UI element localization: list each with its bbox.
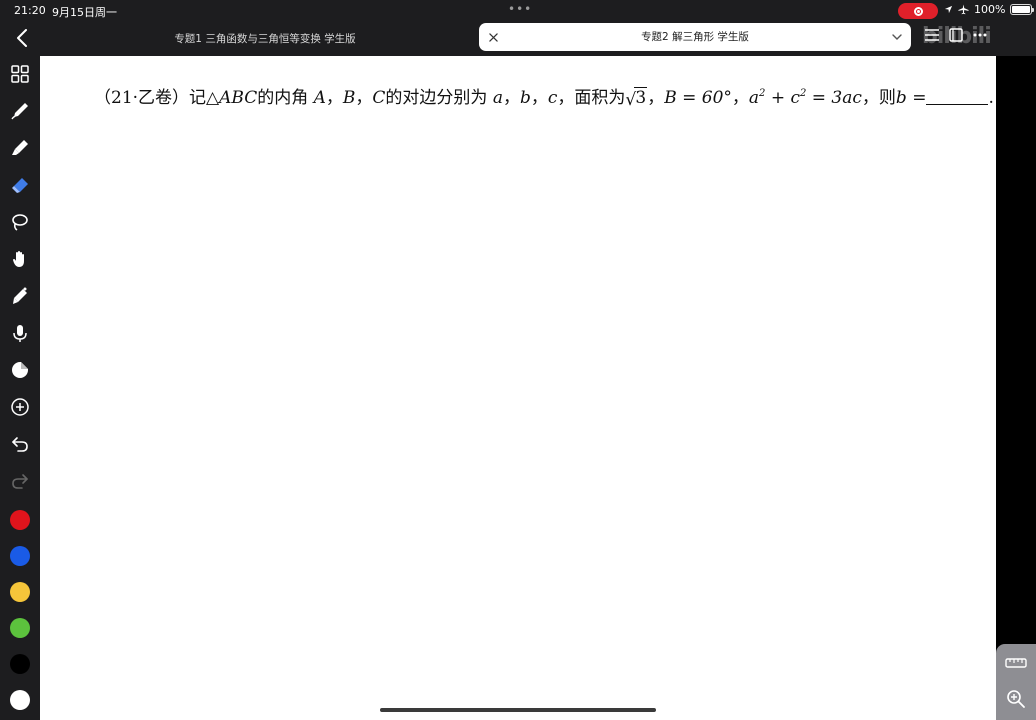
- document-page[interactable]: （21·乙卷）记△ABC的内角 A，B，C的对边分别为 a，b，c，面积为 √ 3，…: [40, 56, 996, 720]
- punct: ，: [325, 88, 343, 108]
- add-element-button[interactable]: [8, 395, 32, 419]
- pen-tool-button[interactable]: [8, 99, 32, 123]
- record-icon: [913, 6, 923, 16]
- plus-circle-icon: [11, 398, 29, 416]
- eraser-icon: [12, 178, 28, 193]
- math-var: a: [492, 88, 503, 108]
- math-var: b: [895, 88, 907, 108]
- math-var: A: [313, 88, 326, 108]
- hand-tool-button[interactable]: [8, 247, 32, 271]
- highlighter-icon: [12, 140, 28, 155]
- outline-list-icon[interactable]: [924, 28, 940, 42]
- sticker-button[interactable]: [8, 358, 32, 382]
- question-segment: ，则: [861, 88, 896, 108]
- page-view-icon[interactable]: [948, 28, 964, 42]
- hand-icon: [13, 251, 24, 267]
- undo-icon: [12, 437, 28, 452]
- system-indicators: 100%: [944, 3, 1035, 16]
- zoom-button[interactable]: [1004, 688, 1028, 710]
- math-term: =: [906, 88, 927, 108]
- tab-topic-2[interactable]: 专题2 解三角形 学生版: [479, 23, 911, 51]
- math-term: + c: [765, 88, 800, 108]
- airplane-icon: [958, 4, 969, 15]
- voice-record-button[interactable]: [8, 321, 32, 345]
- punct: ，: [502, 88, 520, 108]
- color-swatch-yellow[interactable]: [10, 582, 30, 602]
- math-var: b: [519, 88, 531, 108]
- chevron-left-icon: [17, 29, 27, 47]
- question-segment: 的对边分别为: [385, 88, 488, 108]
- punct: .: [988, 88, 994, 108]
- ruler-icon: [1005, 658, 1027, 668]
- eraser-tool-button[interactable]: [8, 173, 32, 197]
- highlighter-tool-button[interactable]: [8, 136, 32, 160]
- grid-icon: [11, 65, 29, 83]
- math-var: a: [748, 88, 760, 108]
- sqrt-expression: √ 3: [625, 87, 648, 110]
- sticker-icon: [12, 362, 28, 378]
- more-icon[interactable]: [972, 28, 988, 42]
- battery-percent: 100%: [974, 3, 1006, 16]
- math-var: ABC: [219, 88, 258, 108]
- math-var: C: [372, 88, 386, 108]
- question-source: （21·乙卷）: [94, 88, 190, 108]
- home-indicator[interactable]: [380, 708, 656, 712]
- microphone-icon: [13, 325, 27, 342]
- punct: ，: [731, 88, 749, 108]
- math-var: B: [342, 88, 356, 108]
- lasso-icon: [12, 214, 28, 231]
- lasso-tool-button[interactable]: [8, 210, 32, 234]
- answer-blank[interactable]: [926, 89, 989, 105]
- multitask-dots-icon[interactable]: •••: [508, 2, 532, 16]
- question-text: （21·乙卷）记△ABC的内角 A，B，C的对边分别为 a，b，c，面积为 √ 3，…: [94, 82, 994, 110]
- left-toolbar: [0, 56, 40, 720]
- color-swatch-blue[interactable]: [10, 546, 30, 566]
- status-time: 21:20: [14, 4, 46, 17]
- ruler-button[interactable]: [1004, 652, 1028, 674]
- laser-pointer-button[interactable]: [8, 284, 32, 308]
- math-var: c: [547, 88, 558, 108]
- magnifier-plus-icon: [1007, 690, 1025, 708]
- battery-icon: [1010, 4, 1035, 15]
- tab-topic-1[interactable]: 专题1 三角函数与三角恒等变换 学生版: [160, 29, 370, 49]
- redo-button[interactable]: [8, 469, 32, 493]
- back-button[interactable]: [10, 26, 34, 50]
- chevron-down-icon[interactable]: [891, 31, 903, 43]
- status-date: 9月15日周一: [52, 6, 117, 19]
- condition-angle: B = 60°: [664, 88, 732, 108]
- question-segment: 记△: [189, 88, 220, 108]
- tab-topic-2-label: 专题2 解三角形 学生版: [641, 31, 749, 43]
- status-bar: 21:20 9月15日周一 ••• 100%: [0, 0, 1036, 22]
- right-tool-panel: [996, 644, 1036, 720]
- punct: ，: [647, 88, 665, 108]
- pen-icon: [11, 103, 28, 120]
- punct: ，: [355, 88, 373, 108]
- redo-icon: [12, 474, 28, 489]
- tab-tools: [924, 28, 988, 42]
- punct: ，: [530, 88, 548, 108]
- color-swatch-red[interactable]: [10, 510, 30, 530]
- screen-recording-indicator[interactable]: [898, 3, 938, 19]
- color-swatch-white[interactable]: [10, 690, 30, 710]
- math-term: = 3ac: [806, 88, 862, 108]
- sqrt-radicand: 3: [634, 87, 648, 108]
- condition-equation: a2 + c2 = 3ac: [749, 88, 862, 108]
- question-segment: ，面积为: [557, 88, 626, 108]
- question-segment: 的内角: [257, 88, 309, 108]
- location-icon: [944, 5, 953, 14]
- undo-button[interactable]: [8, 432, 32, 456]
- laser-pointer-icon: [13, 287, 27, 304]
- thumbnails-button[interactable]: [8, 62, 32, 86]
- color-swatch-green[interactable]: [10, 618, 30, 638]
- color-swatch-black[interactable]: [10, 654, 30, 674]
